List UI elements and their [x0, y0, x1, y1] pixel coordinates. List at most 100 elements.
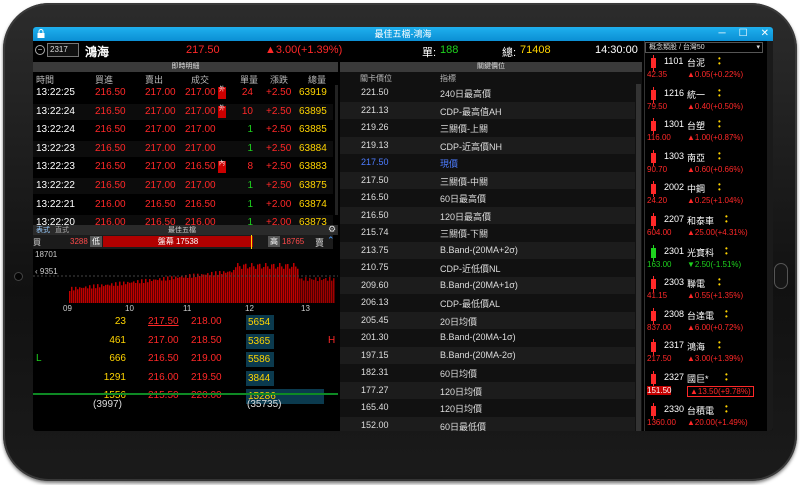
level-price: 206.13	[361, 297, 389, 307]
watch-name: 統一	[687, 89, 706, 100]
watch-name: 和泰車	[687, 216, 715, 226]
tab-vertical[interactable]: 直式	[55, 225, 69, 235]
watchlist-scrollbar[interactable]	[767, 41, 773, 431]
bid-price: 217.00	[148, 334, 179, 346]
level-row: 217.50 三關價-中關	[340, 171, 635, 189]
watch-change: ▲20.00(+1.49%)	[687, 417, 748, 427]
range-marker: H	[328, 334, 336, 346]
level-row: 177.27 120日均價	[340, 381, 635, 399]
watchlist-item[interactable]: 2308 台達電 • • 837.00 ▲6.00(+0.72%)	[645, 307, 765, 333]
level-price: 152.00	[361, 419, 389, 430]
tick-deal: 217.00	[185, 87, 216, 98]
candle-wick	[653, 213, 654, 229]
watch-name: 中鋼	[687, 184, 706, 195]
gear-icon[interactable]: ⚙	[328, 224, 336, 235]
level-price: 215.74	[361, 227, 389, 237]
watch-change: ▲0.55(+1.35%)	[687, 291, 744, 301]
watch-change: ▲25.00(+4.31%)	[687, 228, 748, 237]
watchlist-item[interactable]: 2303 聯電 • • 41.15 ▲0.55(+1.35%)	[645, 276, 765, 301]
level-price: 217.50	[361, 157, 389, 167]
watch-change: ▲1.00(+0.87%)	[687, 133, 744, 143]
expand-icon[interactable]: ⌃	[327, 235, 335, 246]
watchlist-item[interactable]: 2301 光寶科 • • 163.00 ▼2.50(-1.51%)	[645, 244, 765, 270]
watchlist-item[interactable]: 2327 國巨* • • 151.50 ▲13.50(+9.78%)	[645, 370, 765, 397]
watchlist-item[interactable]: 1101 台泥 • • 42.35 ▲0.05(+0.22%)	[645, 55, 765, 80]
level-indicator: B.Band-(20MA+2σ)	[440, 244, 518, 255]
bid-volume: 23	[114, 316, 126, 327]
watch-price: 41.15	[647, 291, 668, 301]
tick-time: 13:22:22	[36, 180, 75, 191]
watch-price: 90.70	[647, 164, 668, 174]
maximize-button[interactable]: ☐	[739, 27, 748, 41]
tick-ask: 217.00	[145, 180, 176, 191]
tick-total: 63875	[299, 180, 327, 191]
tick-qty: 1	[247, 180, 253, 191]
watchlist-item[interactable]: 1301 台塑 • • 116.00 ▲1.00(+0.87%)	[645, 118, 765, 143]
tick-deal: 217.00	[185, 105, 216, 117]
five-levels-header: 表式 直式 最佳五檔 ⚙	[33, 224, 338, 235]
tick-total: 63895	[299, 105, 327, 117]
level-price: 197.15	[361, 349, 389, 360]
watchlist-item[interactable]: 2330 台積電 • • 1360.00 ▲20.00(+1.49%)	[645, 401, 765, 428]
collapse-icon[interactable]: −	[35, 45, 45, 55]
watch-price: 217.50	[647, 354, 672, 364]
level-row: 209.60 B.Band-(20MA+1σ)	[340, 276, 635, 294]
five-levels-title: 最佳五檔	[168, 227, 196, 234]
level-price: 221.50	[361, 87, 389, 97]
ask-total: (35735)	[247, 399, 282, 410]
watchlist-item[interactable]: 2207 和泰車 • • 604.00 ▲25.00(+4.31%)	[645, 213, 765, 238]
level-row: 216.50 60日最高價	[340, 189, 635, 207]
level-price: 205.45	[361, 314, 389, 325]
camera-icon	[15, 273, 22, 280]
watch-name: 國巨*	[687, 374, 709, 384]
ticks-scrollbar[interactable]	[335, 85, 338, 215]
watchlist-item[interactable]: 1216 統一 • • 79.50 ▲0.40(+0.50%)	[645, 86, 765, 112]
signal-icon: • •	[725, 401, 728, 416]
minimize-button[interactable]: ─	[719, 27, 726, 41]
tick-chg: +2.50	[266, 124, 292, 136]
levels-scrollbar[interactable]	[636, 84, 641, 431]
watch-change: ▲0.40(+0.50%)	[687, 101, 744, 111]
stock-code-input[interactable]: 2317	[47, 43, 79, 57]
candle-wick	[653, 55, 654, 71]
watch-price: 24.20	[647, 196, 668, 206]
tick-bid: 216.50	[95, 105, 126, 117]
level-indicator: 三關價-下關	[440, 229, 488, 239]
levels-header-indicator: 指標	[440, 74, 456, 83]
signal-icon: • •	[725, 370, 728, 384]
tick-qty: 8	[247, 161, 253, 173]
candle-wick	[653, 86, 654, 103]
tick-row: 13:22:24 216.50 217.00 217.00 10 +2.50 63895 外	[33, 103, 333, 120]
level-price: 201.30	[361, 332, 389, 342]
watchlist-selector[interactable]: 概念類股 / 台灣50 ▾	[645, 42, 763, 53]
close-button[interactable]: ✕	[761, 27, 769, 41]
tick-time: 13:22:24	[36, 105, 75, 117]
range-marker: L	[36, 353, 42, 365]
signal-icon: • •	[718, 275, 721, 290]
home-button[interactable]	[774, 263, 788, 289]
level-price: 216.50	[361, 192, 389, 202]
level-row: 206.13 CDP-最低價AL	[340, 294, 635, 312]
tick-bid: 216.50	[95, 87, 126, 98]
sell-label: 賣	[315, 238, 325, 248]
level-indicator: 60日最低價	[440, 421, 487, 432]
ask-price: 218.00	[191, 316, 222, 327]
watch-price: 42.35	[647, 70, 668, 79]
level-row: 215.74 三關價-下關	[340, 224, 635, 242]
ask-price: 219.50	[191, 371, 222, 383]
tab-table[interactable]: 表式	[36, 225, 50, 235]
level-row: 205.45 20日均價	[340, 311, 635, 329]
watchlist-item[interactable]: 1303 南亞 • • 90.70 ▲0.60(+0.66%)	[645, 149, 765, 175]
tick-ask: 217.00	[145, 87, 176, 98]
watchlist-item[interactable]: 2317 鴻海 • • 217.50 ▲3.00(+1.39%)	[645, 339, 765, 364]
watch-price: 1360.00	[647, 417, 676, 427]
trade-side-icon: 外	[218, 105, 226, 118]
level-indicator: B.Band-(20MA+1σ)	[440, 279, 518, 290]
candle-wick	[653, 181, 654, 198]
watch-price: 163.00	[647, 259, 672, 269]
tick-qty: 24	[241, 87, 253, 98]
watch-change: ▲0.25(+1.04%)	[687, 196, 744, 206]
ask-price: 219.00	[191, 353, 222, 365]
tick-deal: 217.00	[185, 124, 216, 136]
watchlist-item[interactable]: 2002 中鋼 • • 24.20 ▲0.25(+1.04%)	[645, 181, 765, 206]
